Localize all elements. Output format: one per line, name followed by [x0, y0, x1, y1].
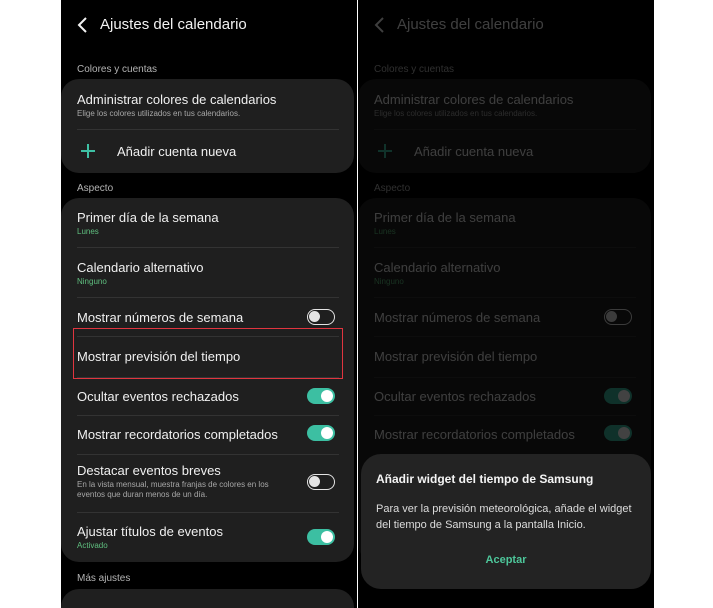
settings-screen: Ajustes del calendario Colores y cuentas…: [61, 0, 357, 608]
toggle-knob: [321, 531, 333, 543]
add-account-item[interactable]: Añadir cuenta nueva: [61, 130, 354, 173]
adjust-titles-item[interactable]: Ajustar títulos de eventos Activado: [61, 513, 354, 562]
settings-screen-with-dialog: Ajustes del calendario Colores y cuentas…: [358, 0, 654, 608]
toggle-knob: [309, 476, 320, 487]
week-numbers-toggle[interactable]: [307, 309, 335, 325]
hide-declined-toggle[interactable]: [307, 388, 335, 404]
page-title: Ajustes del calendario: [100, 16, 247, 33]
adjust-titles-title: Ajustar títulos de eventos: [77, 524, 223, 539]
show-completed-item[interactable]: Mostrar recordatorios completados: [61, 416, 354, 454]
colors-card: Administrar colores de calendarios Elige…: [61, 79, 354, 173]
chevron-left-icon[interactable]: [75, 16, 91, 34]
alt-calendar-item[interactable]: Calendario alternativo Ninguno: [61, 248, 354, 297]
first-day-title: Primer día de la semana: [77, 210, 219, 225]
dialog-message: Para ver la previsión meteorológica, aña…: [376, 503, 632, 531]
highlight-short-item[interactable]: Destacar eventos breves En la vista mens…: [61, 455, 354, 512]
alt-calendar-value: Ninguno: [77, 277, 107, 286]
app-header: Ajustes del calendario: [61, 0, 357, 50]
section-label-colors: Colores y cuentas: [77, 64, 158, 75]
week-numbers-title: Mostrar números de semana: [77, 310, 244, 325]
highlight-short-toggle[interactable]: [307, 474, 335, 490]
adjust-titles-toggle[interactable]: [307, 529, 335, 545]
manage-colors-title: Administrar colores de calendarios: [77, 92, 277, 107]
add-account-label: Añadir cuenta nueva: [117, 144, 237, 159]
toggle-knob: [321, 427, 333, 439]
first-day-value: Lunes: [77, 227, 99, 236]
accept-button[interactable]: Aceptar: [361, 554, 651, 566]
more-settings-card: [61, 589, 354, 608]
show-completed-title: Mostrar recordatorios completados: [77, 427, 278, 442]
highlight-short-title: Destacar eventos breves: [77, 463, 221, 478]
highlight-short-subtitle: En la vista mensual, muestra franjas de …: [77, 480, 269, 499]
weather-highlight-box: [73, 328, 343, 379]
section-label-more: Más ajustes: [77, 573, 131, 584]
appearance-card: Primer día de la semana Lunes Calendario…: [61, 198, 354, 562]
plus-icon: [81, 144, 95, 158]
hide-declined-title: Ocultar eventos rechazados: [77, 389, 239, 404]
manage-colors-item[interactable]: Administrar colores de calendarios Elige…: [61, 79, 354, 129]
adjust-titles-value: Activado: [77, 541, 108, 550]
toggle-knob: [309, 311, 320, 322]
hide-declined-item[interactable]: Ocultar eventos rechazados: [61, 378, 354, 415]
toggle-knob: [321, 390, 333, 402]
section-label-appearance: Aspecto: [77, 183, 114, 194]
show-completed-toggle[interactable]: [307, 425, 335, 441]
alt-calendar-title: Calendario alternativo: [77, 260, 204, 275]
first-day-item[interactable]: Primer día de la semana Lunes: [61, 198, 354, 247]
weather-widget-dialog: Añadir widget del tiempo de Samsung Para…: [361, 454, 651, 589]
manage-colors-subtitle: Elige los colores utilizados en tus cale…: [77, 109, 241, 118]
dialog-title: Añadir widget del tiempo de Samsung: [376, 472, 594, 486]
